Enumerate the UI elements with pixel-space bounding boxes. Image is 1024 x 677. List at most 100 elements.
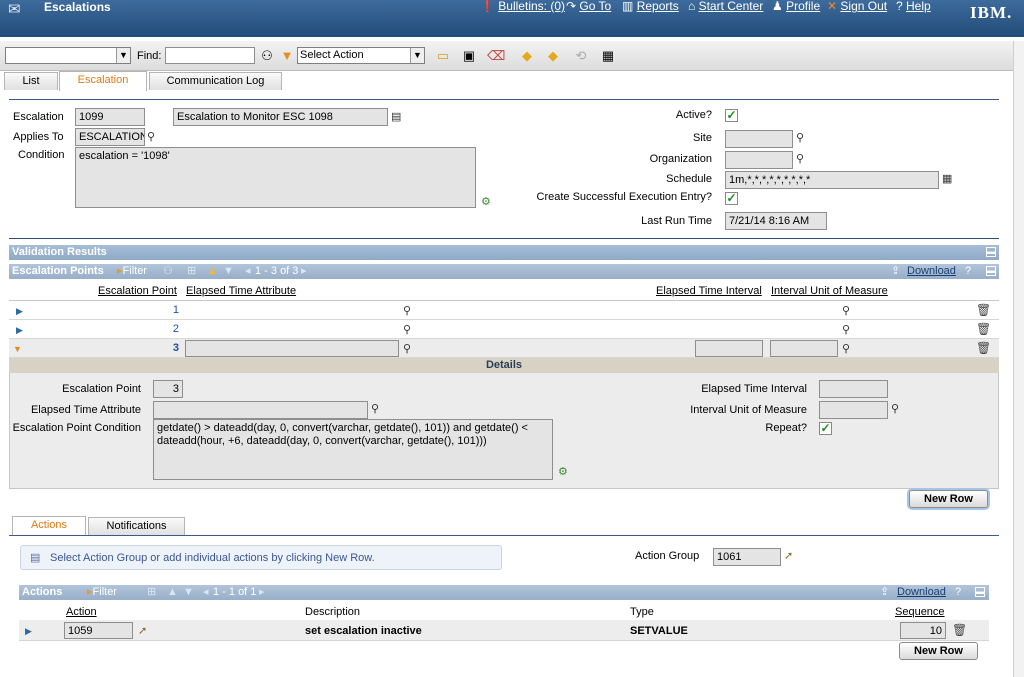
validation-results-header[interactable]: Validation Results ▬: [9, 245, 999, 260]
expand-row-icon[interactable]: ▶: [16, 325, 24, 335]
lookup-icon[interactable]: ⚲: [796, 153, 808, 165]
col-interval-unit-of-measure[interactable]: Interval Unit of Measure: [771, 285, 888, 298]
report-icon[interactable]: ▦: [600, 48, 616, 64]
page-prev-icon[interactable]: ◂: [203, 585, 209, 600]
lookup-icon[interactable]: ⚲: [403, 343, 415, 355]
select-action-dropdown[interactable]: Select Action ▼: [297, 47, 425, 64]
col-description[interactable]: Description: [305, 606, 360, 619]
tab-actions[interactable]: Actions: [12, 516, 86, 536]
escalation-point-value[interactable]: 3: [129, 342, 179, 355]
interval-unit-field[interactable]: [770, 340, 838, 357]
table-row-selected[interactable]: ▼ 3 ⚲ ⚲ 🗑: [9, 339, 999, 358]
expression-builder-icon[interactable]: ⚙: [481, 196, 493, 208]
select-records-icon[interactable]: ⊞: [147, 585, 156, 600]
col-type[interactable]: Type: [630, 606, 654, 619]
elapsed-time-interval-detail-field[interactable]: [819, 380, 888, 398]
action-field[interactable]: 1059: [64, 622, 133, 639]
lookup-icon[interactable]: ⚲: [796, 132, 808, 144]
lookup-icon[interactable]: ⚲: [403, 305, 415, 317]
active-checkbox[interactable]: ✓: [725, 109, 738, 122]
bulletins-link[interactable]: ❗ Bulletins: (0): [480, 0, 565, 13]
collapse-icon[interactable]: ▬: [986, 247, 996, 257]
tab-notifications[interactable]: Notifications: [88, 517, 185, 535]
help-icon[interactable]: ?: [955, 585, 961, 600]
previous-page-icon[interactable]: ▲: [207, 264, 218, 279]
scrollbar[interactable]: [1013, 41, 1024, 677]
dropdown-arrow-icon[interactable]: ▼: [279, 48, 295, 64]
reports-link[interactable]: ▥ Reports: [622, 0, 679, 13]
goto-link[interactable]: ↷ Go To: [566, 0, 611, 13]
applies-to-field[interactable]: ESCALATION: [75, 128, 145, 146]
next-page-icon[interactable]: ▼: [183, 585, 194, 600]
elapsed-time-attribute-detail-field[interactable]: [153, 401, 368, 419]
workflow-icon[interactable]: ⟲: [573, 48, 589, 64]
tab-communication-log[interactable]: Communication Log: [149, 72, 282, 90]
col-action[interactable]: Action: [66, 606, 97, 619]
lookup-icon[interactable]: ⚲: [842, 305, 854, 317]
expand-row-icon[interactable]: ▶: [25, 626, 33, 636]
save-icon[interactable]: ▣: [461, 48, 477, 64]
profile-link[interactable]: ♟ Profile: [772, 0, 820, 13]
calendar-icon[interactable]: ▦: [942, 173, 954, 185]
select-records-icon[interactable]: ⊞: [187, 264, 196, 279]
new-record-icon[interactable]: ▭: [435, 48, 451, 64]
col-sequence[interactable]: Sequence: [895, 606, 945, 619]
delete-row-icon[interactable]: 🗑: [952, 624, 967, 637]
delete-row-icon[interactable]: 🗑: [976, 342, 991, 355]
page-prev-icon[interactable]: ◂: [245, 264, 251, 279]
previous-page-icon[interactable]: ▲: [167, 585, 178, 600]
new-row-button[interactable]: New Row: [899, 642, 978, 660]
download-icon[interactable]: ⇪: [880, 585, 889, 600]
binoculars-icon[interactable]: ⚇: [259, 48, 275, 64]
long-description-icon[interactable]: ▤: [391, 111, 403, 123]
go-to-icon[interactable]: ➚: [784, 550, 796, 562]
filter-button[interactable]: ▸Filter: [117, 264, 147, 279]
col-escalation-point[interactable]: Escalation Point: [98, 285, 177, 298]
table-row[interactable]: ▶ 2 ⚲ ⚲ 🗑: [9, 320, 999, 339]
lookup-icon[interactable]: ⚲: [891, 403, 903, 415]
new-row-button[interactable]: New Row: [909, 490, 988, 508]
lookup-icon[interactable]: ⚲: [371, 403, 383, 415]
start-center-link[interactable]: ⌂ Start Center: [688, 0, 763, 13]
elapsed-time-attribute-field[interactable]: [185, 340, 399, 357]
sequence-field[interactable]: 10: [900, 622, 946, 639]
collapse-row-icon[interactable]: ▼: [13, 344, 22, 354]
find-input[interactable]: [165, 47, 255, 64]
lookup-icon[interactable]: ⚲: [403, 324, 415, 336]
expression-builder-icon[interactable]: ⚙: [558, 466, 570, 478]
elapsed-time-interval-field[interactable]: [695, 340, 763, 357]
interval-unit-detail-field[interactable]: [819, 401, 888, 419]
tab-list[interactable]: List: [4, 72, 58, 90]
sign-out-link[interactable]: ✕ Sign Out: [827, 0, 887, 13]
download-link[interactable]: Download: [907, 264, 956, 279]
clear-changes-icon[interactable]: ⌫: [487, 48, 505, 64]
escalation-point-condition-textarea[interactable]: getdate() > dateadd(day, 0, convert(varc…: [153, 419, 553, 480]
col-elapsed-time-attribute[interactable]: Elapsed Time Attribute: [186, 285, 296, 298]
escalation-id-field[interactable]: 1099: [75, 108, 145, 126]
organization-field[interactable]: [725, 151, 793, 169]
previous-record-icon[interactable]: ◆: [519, 48, 535, 64]
create-entry-checkbox[interactable]: ✓: [725, 192, 738, 205]
next-page-icon[interactable]: ▼: [223, 264, 234, 279]
action-group-field[interactable]: 1061: [713, 548, 781, 566]
lookup-icon[interactable]: ⚲: [842, 324, 854, 336]
schedule-field[interactable]: 1m,*,*,*,*,*,*,*,*,*: [725, 171, 939, 189]
filter-button[interactable]: ▸Filter: [87, 585, 117, 600]
collapse-icon[interactable]: ▬: [975, 587, 985, 597]
escalation-description-field[interactable]: Escalation to Monitor ESC 1098: [173, 108, 388, 126]
condition-textarea[interactable]: escalation = '1098': [75, 147, 476, 208]
filter-clear-icon[interactable]: ⚇: [163, 264, 173, 279]
page-next-icon[interactable]: ▸: [301, 264, 307, 279]
download-link[interactable]: Download: [897, 585, 946, 600]
tab-escalation[interactable]: Escalation: [59, 71, 147, 91]
saved-query-select[interactable]: ▼: [5, 47, 131, 64]
table-row[interactable]: ▶ 1 ⚲ ⚲ 🗑: [9, 301, 999, 320]
delete-row-icon[interactable]: 🗑: [976, 304, 991, 317]
download-icon[interactable]: ⇪: [891, 264, 900, 279]
repeat-checkbox[interactable]: ✓: [819, 422, 832, 435]
site-field[interactable]: [725, 130, 793, 148]
collapse-icon[interactable]: ▬: [986, 266, 996, 276]
go-to-icon[interactable]: ➚: [138, 625, 150, 637]
col-elapsed-time-interval[interactable]: Elapsed Time Interval: [656, 285, 762, 298]
help-icon[interactable]: ?: [965, 264, 971, 279]
